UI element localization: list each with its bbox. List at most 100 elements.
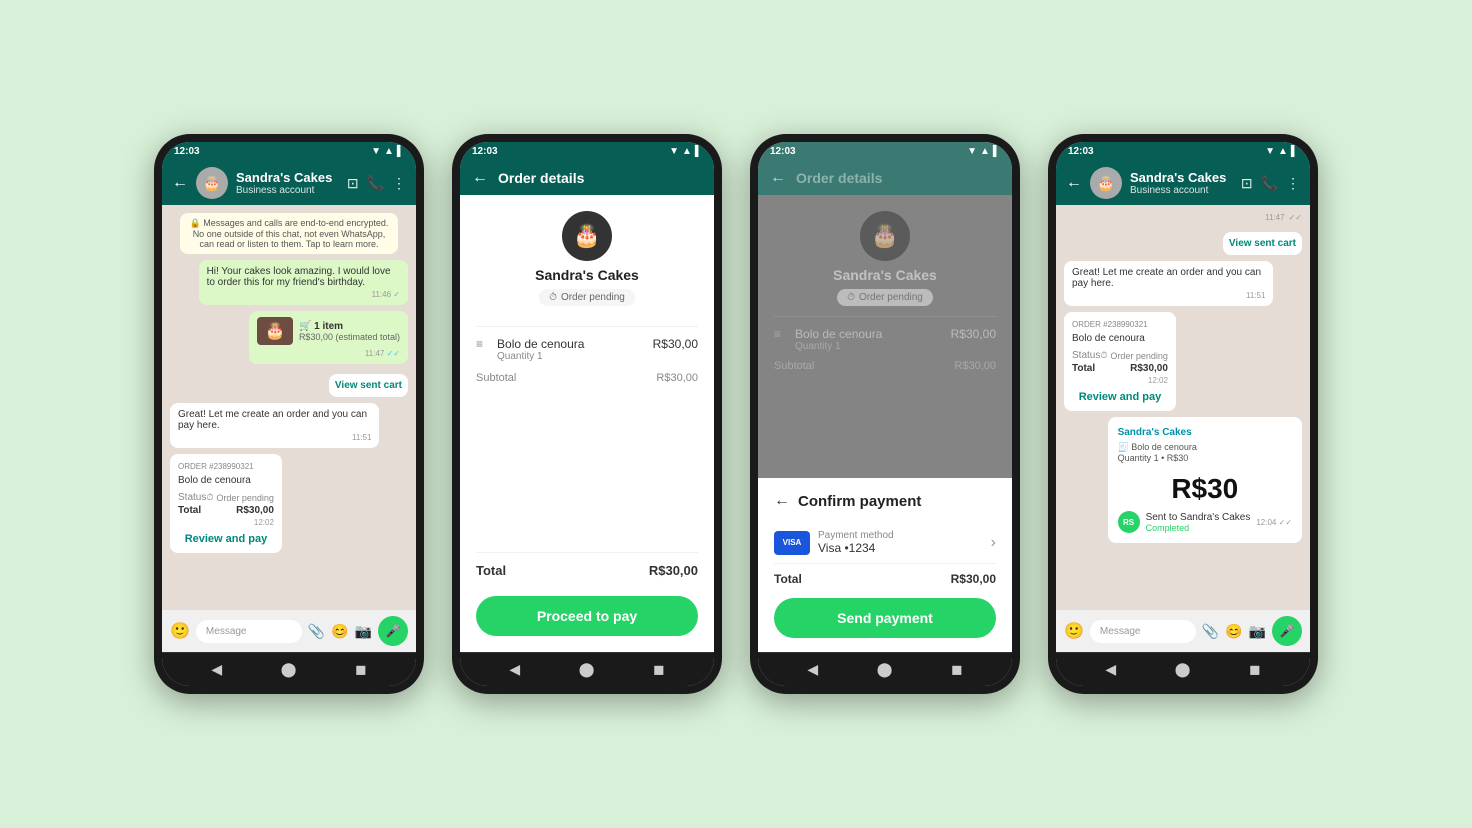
sent-badge-4: RS Sent to Sandra's Cakes Completed 12:0… [1118,511,1292,533]
status-time-3: 12:03 [770,146,796,157]
attach-icon-1[interactable]: 📎 [308,623,325,640]
wifi-icon: ▲ [384,146,394,157]
clock-icon-4: ⏱ [1100,350,1107,361]
proceed-btn-2[interactable]: Proceed to pay [476,596,698,636]
home-nav-4[interactable]: ⬤ [1175,661,1191,678]
order-status-badge-3: ⏱ Order pending [837,289,933,306]
mic-button-1[interactable]: 🎤 [378,616,408,646]
input-bar-4: 🙂 Message 📎 😊 📷 🎤 [1056,610,1310,652]
status-icons-1: ▼ ▲ ▌ [371,146,404,157]
back-nav-1[interactable]: ◀ [211,661,222,678]
payment-card-qty-4: Quantity 1 • R$30 [1118,453,1292,463]
header-info-1: Sandra's Cakes Business account [236,170,339,196]
mic-button-4[interactable]: 🎤 [1272,616,1302,646]
chevron-icon-3[interactable]: › [991,534,996,552]
payment-value-3: Visa •1234 [818,541,894,555]
status-bar-1: 12:03 ▼ ▲ ▌ [162,142,416,161]
emoji-icon-4[interactable]: 🙂 [1064,621,1084,641]
confirm-dimmed-3: 🎂 Sandra's Cakes ⏱ Order pending ≡ [758,195,1012,478]
completed-tag-4: Completed [1146,523,1251,533]
order-details-screen-2: 🎂 Sandra's Cakes ⏱ Order pending ≡ Bolo … [460,195,714,652]
seller-name-3: Sandra's Cakes [833,267,937,283]
confirm-header-3: ← Confirm payment [774,492,996,510]
status-time-2: 12:03 [472,146,498,157]
order-number-4: ORDER #238990321 [1072,320,1168,329]
total-label-4: Total [1072,363,1095,374]
status-bar-2: 12:03 ▼ ▲ ▌ [460,142,714,161]
nav-bar-4: ◀ ⬤ ◼ [1056,652,1310,686]
review-link-4[interactable]: Review and pay [1072,391,1168,403]
recent-nav-1[interactable]: ◼ [355,661,367,678]
cart-timestamp-4: 11:47✓✓ [1064,213,1302,222]
call-icon-4[interactable]: 📞 [1261,175,1278,192]
clock-icon-2: ⏱ [549,292,557,303]
item-qty-2: Quantity 1 [497,351,584,362]
status-icons-3: ▼ ▲ ▌ [967,146,1000,157]
signal-icon-4: ▼ [1265,146,1275,157]
menu-icon-1[interactable]: ⋮ [392,175,406,192]
back-nav-2[interactable]: ◀ [509,661,520,678]
clock-icon-1: ⏱ [206,492,213,503]
view-cart-1[interactable]: View sent cart [329,374,408,397]
back-icon-4[interactable]: ← [1066,174,1082,192]
phones-container: 12:03 ▼ ▲ ▌ ← 🎂 Sandra's Cakes Business … [154,134,1318,694]
emoji-icon-1[interactable]: 🙂 [170,621,190,641]
video-icon-4[interactable]: ⊡ [1241,175,1253,192]
back-icon-2[interactable]: ← [472,169,488,187]
view-cart-4[interactable]: View sent cart [1223,232,1302,255]
confirm-total-row-3: Total R$30,00 [774,572,996,586]
sticker-icon-4[interactable]: 😊 [1225,623,1242,640]
recent-nav-2[interactable]: ◼ [653,661,665,678]
input-bar-1: 🙂 Message 📎 😊 📷 🎤 [162,610,416,652]
home-nav-2[interactable]: ⬤ [579,661,595,678]
call-icon-1[interactable]: 📞 [367,175,384,192]
phone-2: 12:03 ▼ ▲ ▌ ← Order details 🎂 Sandra's C… [452,134,722,694]
od-header-2: ← Order details [460,161,714,195]
cart-bubble-1: 🎂 🛒 1 item R$30,00 (estimated total) 11:… [249,311,408,364]
payment-label-3: Payment method [818,530,894,541]
back-nav-3[interactable]: ◀ [807,661,818,678]
review-link-1[interactable]: Review and pay [178,533,274,545]
seller-info-3: 🎂 Sandra's Cakes ⏱ Order pending [774,211,996,316]
header-info-4: Sandra's Cakes Business account [1130,170,1233,196]
order-item-row-3: ≡ Bolo de cenoura Quantity 1 R$30,00 [774,316,996,352]
total-label-2: Total [476,563,506,578]
total-label-1: Total [178,505,201,516]
message-input-1[interactable]: Message [196,620,302,643]
back-icon-3[interactable]: ← [770,169,786,187]
status-label-1: Status [178,492,206,503]
header-name-4: Sandra's Cakes [1130,170,1233,185]
attach-icon-4[interactable]: 📎 [1202,623,1219,640]
send-payment-btn-3[interactable]: Send payment [774,598,996,638]
cart-time-1: 11:47 [257,349,400,358]
home-nav-1[interactable]: ⬤ [281,661,297,678]
back-nav-4[interactable]: ◀ [1105,661,1116,678]
status-value-4: ⏱ Order pending [1100,350,1168,361]
message-input-4[interactable]: Message [1090,620,1196,643]
seller-name-2: Sandra's Cakes [535,267,639,283]
payment-method-row-3[interactable]: VISA Payment method Visa •1234 › [774,522,996,564]
sticker-icon-1[interactable]: 😊 [331,623,348,640]
cart-count-1: 🛒 1 item [299,321,400,332]
item-price-3: R$30,00 [951,327,996,341]
recent-nav-4[interactable]: ◼ [1249,661,1261,678]
item-name-3: Bolo de cenoura [795,327,882,341]
header-sub-4: Business account [1130,185,1233,196]
signal-icon: ▼ [371,146,381,157]
status-bar-3: 12:03 ▼ ▲ ▌ [758,142,1012,161]
list-icon-3: ≡ [774,327,781,341]
wifi-icon-3: ▲ [980,146,990,157]
camera-icon-1[interactable]: 📷 [355,623,372,640]
recent-nav-3[interactable]: ◼ [951,661,963,678]
signal-icon-3: ▼ [967,146,977,157]
avatar-1: 🎂 [196,167,228,199]
back-icon-confirm[interactable]: ← [774,492,790,510]
wa-header-4: ← 🎂 Sandra's Cakes Business account ⊡ 📞 … [1056,161,1310,205]
msg-text-2: Great! Let me create an order and you ca… [178,409,371,431]
order-card-4: ORDER #238990321 Bolo de cenoura Status … [1064,312,1176,411]
menu-icon-4[interactable]: ⋮ [1286,175,1300,192]
home-nav-3[interactable]: ⬤ [877,661,893,678]
camera-icon-4[interactable]: 📷 [1249,623,1266,640]
back-icon-1[interactable]: ← [172,174,188,192]
video-icon-1[interactable]: ⊡ [347,175,359,192]
